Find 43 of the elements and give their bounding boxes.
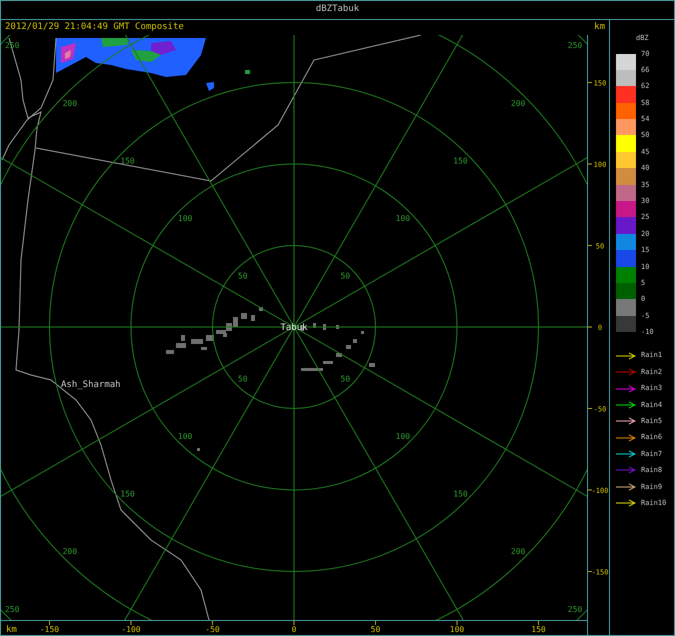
tick-mark [456,620,458,626]
range-ring-label: 200 [62,98,78,108]
range-ring-label: 100 [396,432,410,441]
tick-mark [49,620,50,626]
x-axis-label: -100 [121,625,141,634]
tick-mark [588,82,592,83]
range-ring-label: 250 [568,604,582,614]
unit-label: km [594,20,605,34]
range-ring-label: 250 [568,41,582,50]
tick-mark [588,245,592,246]
window-title: dBZTabuk [316,3,360,16]
timestamp-label: 2012/01/29 21:04:49 GMT Composite [5,20,184,34]
place-label: Ash_Sharmah [61,380,121,390]
range-ring-label: 50 [238,374,248,384]
tick-mark [130,620,132,626]
range-ring-label: 150 [453,490,468,499]
x-axis-label: 0 [292,625,296,634]
x-axis-label: 100 [450,625,464,634]
x-axis-unit: km [6,625,17,635]
range-ring-label: 100 [178,214,192,224]
station-label: Tabuk [280,323,308,333]
x-axis-label: 50 [370,625,380,634]
x-axis-label: 150 [531,625,546,634]
tick-mark [588,571,592,572]
x-axis-label: -50 [205,625,220,634]
tick-mark [375,620,376,626]
range-ring-label: 50 [340,272,350,281]
range-ring-label: 100 [178,432,192,441]
tick-mark [588,326,592,328]
range-ring-label: 150 [120,156,135,166]
range-ring-label: 50 [340,374,350,384]
x-axis-label: -150 [40,625,60,634]
range-ring-label: 200 [510,98,526,108]
range-ring-label: 200 [62,547,78,556]
range-ring-label: 150 [453,156,468,166]
tick-mark [588,408,592,409]
range-ring-label: 150 [120,490,135,499]
range-ring-label: 200 [510,547,526,556]
range-ring-label: 250 [5,604,20,614]
range-ring-label: 50 [238,272,248,281]
range-ring-label: 100 [396,214,410,224]
tick-mark [538,620,539,626]
tick-mark [212,620,213,626]
